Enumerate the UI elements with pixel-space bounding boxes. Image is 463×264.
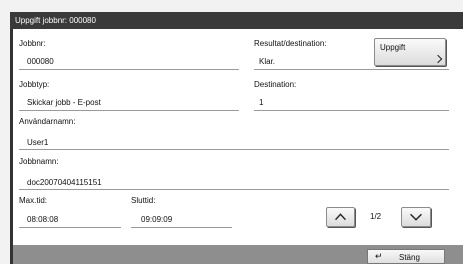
jobbnr-underline	[19, 69, 239, 70]
window-title: Uppgift jobbnr: 000080	[10, 12, 463, 29]
sluttid-value: 09:09:09	[141, 215, 173, 224]
jobbtyp-underline	[19, 110, 239, 111]
enter-icon: ↵	[375, 251, 383, 261]
maxtid-label: Max.tid:	[19, 196, 48, 205]
jobbtyp-value: Skickar jobb - E-post	[27, 98, 101, 107]
jobbnamn-label: Jobbnamn:	[19, 157, 59, 166]
resultat-label: Resultat/destination:	[254, 39, 327, 48]
sluttid-label: Sluttid:	[131, 196, 156, 205]
uppgift-button-label: Uppgift	[380, 43, 406, 52]
chevron-down-icon	[410, 213, 422, 221]
destination-value: 1	[259, 98, 264, 107]
chevron-up-icon	[335, 213, 346, 221]
jobbnamn-value: doc20070404115151	[27, 178, 102, 187]
jobbnamn-underline	[19, 189, 449, 190]
anvandarnamn-label: Användarnamn:	[19, 117, 76, 126]
resultat-underline	[254, 69, 449, 70]
jobbtyp-label: Jobbtyp:	[19, 80, 50, 89]
maxtid-value: 08:08:08	[27, 215, 59, 224]
page-down-button[interactable]	[401, 207, 431, 227]
destination-underline	[254, 110, 449, 111]
jobbnr-label: Jobbnr:	[19, 39, 46, 48]
page-up-button[interactable]	[326, 207, 355, 227]
page-indicator: 1/2	[370, 212, 382, 221]
chevron-right-icon	[433, 54, 443, 64]
sluttid-underline	[131, 227, 232, 228]
close-button[interactable]: ↵ Stäng	[367, 249, 445, 264]
close-button-label: Stäng	[399, 253, 420, 262]
anvandarnamn-underline	[19, 149, 449, 150]
anvandarnamn-value: User1	[27, 138, 49, 147]
maxtid-underline	[19, 227, 121, 228]
jobbnr-value: 000080	[27, 57, 54, 66]
resultat-value: Klar.	[259, 57, 276, 66]
destination-label: Destination:	[254, 80, 297, 89]
uppgift-button[interactable]: Uppgift	[374, 38, 446, 66]
